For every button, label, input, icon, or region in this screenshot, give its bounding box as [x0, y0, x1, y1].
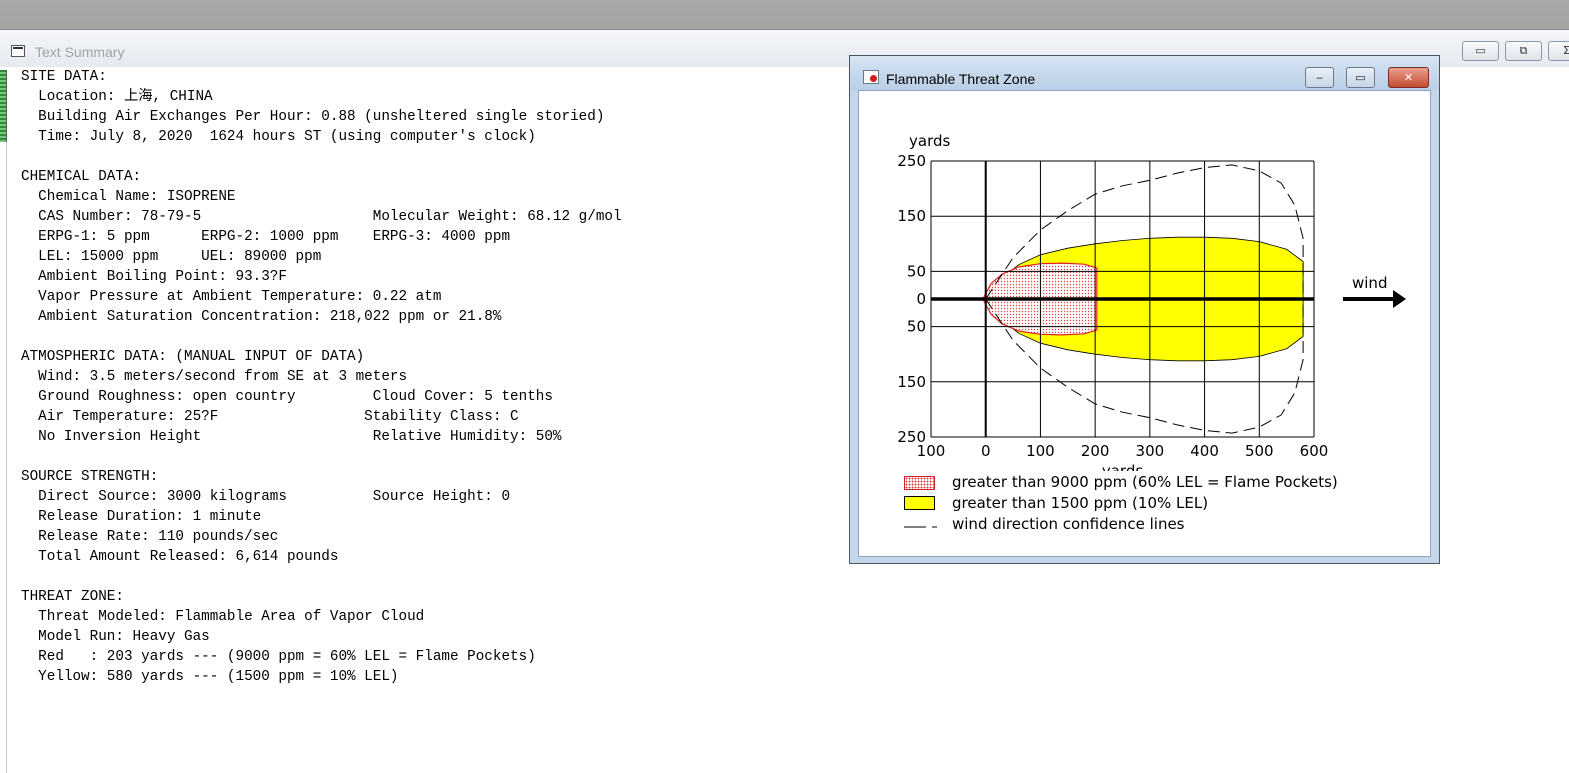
summary-line: Yellow: 580 yards --- (1500 ppm = 10% LE…: [21, 669, 399, 685]
y-axis-label: yards: [909, 132, 950, 150]
summary-line: Chemical Name: ISOPRENE: [21, 189, 236, 205]
summary-line: Wind: 3.5 meters/second from SE at 3 met…: [21, 369, 408, 385]
summary-line: Direct Source: 3000 kilograms Source Hei…: [21, 489, 511, 505]
window-icon: [11, 45, 25, 57]
summary-line: Threat Modeled: Flammable Area of Vapor …: [21, 609, 425, 625]
y-tick-label: 250: [897, 152, 926, 170]
y-tick-label: 50: [907, 262, 926, 280]
threat-maximize-button[interactable]: ▭: [1346, 67, 1375, 88]
summary-line: Air Temperature: 25?F Stability Class: C: [21, 409, 519, 425]
y-tick-label: 50: [907, 318, 926, 336]
summary-line: No Inversion Height Relative Humidity: 5…: [21, 429, 562, 445]
close-button[interactable]: Σ: [1548, 41, 1569, 61]
summary-line: CHEMICAL DATA:: [21, 169, 142, 185]
x-tick-label: 200: [1081, 442, 1110, 460]
maximize-button[interactable]: ⧉: [1505, 41, 1542, 61]
summary-line: ATMOSPHERIC DATA: (MANUAL INPUT OF DATA): [21, 349, 365, 365]
threat-window-title: Flammable Threat Zone: [886, 71, 1036, 87]
wind-arrow-head: [1393, 290, 1406, 308]
summary-line: SITE DATA:: [21, 69, 107, 85]
summary-line: ERPG-1: 5 ppm ERPG-2: 1000 ppm ERPG-3: 4…: [21, 229, 511, 245]
summary-line: Release Duration: 1 minute: [21, 509, 262, 525]
fire-icon: [863, 70, 879, 84]
flammable-threat-zone-window[interactable]: Flammable Threat Zone ‒ ▭ ✕ 100 0 100 200 30…: [849, 55, 1440, 564]
window-title: Text Summary: [35, 44, 125, 60]
y-tick-label: 0: [916, 290, 926, 308]
summary-line: Building Air Exchanges Per Hour: 0.88 (u…: [21, 109, 605, 125]
side-panel-handle[interactable]: [0, 70, 7, 142]
x-tick-label: 0: [981, 442, 991, 460]
x-axis-label: yards: [1102, 462, 1143, 471]
summary-line: Ground Roughness: open country Cloud Cov…: [21, 389, 553, 405]
threat-close-button[interactable]: ✕: [1388, 67, 1429, 88]
x-tick-label: 600: [1300, 442, 1329, 460]
summary-line: Vapor Pressure at Ambient Temperature: 0…: [21, 289, 442, 305]
summary-line: THREAT ZONE:: [21, 589, 124, 605]
summary-line: Red : 203 yards --- (9000 ppm = 60% LEL …: [21, 649, 536, 665]
y-tick-label: 150: [897, 373, 926, 391]
legend-label: greater than 9000 ppm (60% LEL = Flame P…: [952, 473, 1338, 491]
legend-label: greater than 1500 ppm (10% LEL): [952, 494, 1209, 512]
threat-minimize-button[interactable]: ‒: [1305, 67, 1334, 88]
minimize-button[interactable]: ▭: [1462, 41, 1499, 61]
y-tick-label: 150: [897, 207, 926, 225]
x-tick-label: 300: [1136, 442, 1165, 460]
y-tick-label: 250: [897, 428, 926, 446]
x-tick-label: 500: [1245, 442, 1274, 460]
summary-line: SOURCE STRENGTH:: [21, 469, 159, 485]
summary-line: LEL: 15000 ppm UEL: 89000 ppm: [21, 249, 322, 265]
summary-line: Time: July 8, 2020 1624 hours ST (using …: [21, 129, 536, 145]
summary-line: Total Amount Released: 6,614 pounds: [21, 549, 339, 565]
side-divider: [6, 142, 7, 773]
threat-plot-area: 100 0 100 200 300 400 500 600 250 150 50 0 50 150 250 y…: [858, 90, 1431, 557]
legend-label: wind direction confidence lines: [952, 515, 1185, 533]
summary-text: SITE DATA: Location: 上海, CHINA Building …: [21, 67, 622, 687]
summary-line: Ambient Saturation Concentration: 218,02…: [21, 309, 502, 325]
yellow-zone-swatch: [904, 496, 935, 510]
summary-line: Model Run: Heavy Gas: [21, 629, 210, 645]
threat-zone-chart: 100 0 100 200 300 400 500 60025015050050150250y…: [897, 132, 1406, 471]
x-tick-label: 400: [1190, 442, 1219, 460]
summary-line: Release Rate: 110 pounds/sec: [21, 529, 279, 545]
threat-window-titlebar[interactable]: Flammable Threat Zone ‒ ▭ ✕: [850, 56, 1439, 90]
summary-line: CAS Number: 78-79-5 Molecular Weight: 68…: [21, 209, 622, 225]
dashed-line-swatch: [904, 517, 937, 533]
summary-line: Ambient Boiling Point: 93.3?F: [21, 269, 287, 285]
summary-line: Location: 上海, CHINA: [21, 89, 213, 105]
red-zone-swatch: [904, 476, 935, 490]
wind-label: wind: [1352, 274, 1387, 292]
x-tick-label: 100: [1026, 442, 1055, 460]
desktop-top-bar: [0, 0, 1569, 30]
